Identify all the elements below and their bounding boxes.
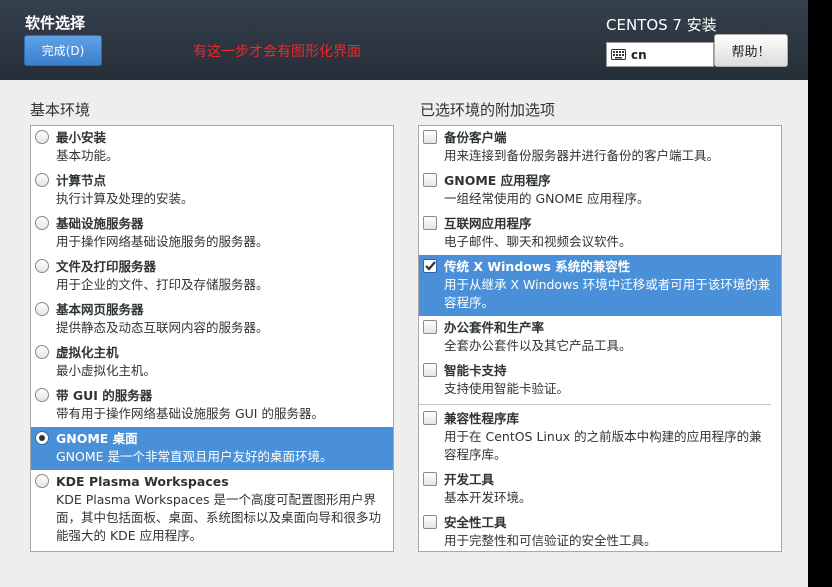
environment-option[interactable]: 开发及生成工作站用于软件、硬件、图形或者内容开发的工作站。 [31, 549, 393, 552]
environment-option-title: 虚拟化主机 [56, 345, 119, 360]
environment-option[interactable]: 带 GUI 的服务器带有用于操作网络基础设施服务 GUI 的服务器。 [31, 384, 393, 427]
environment-option-title: 带 GUI 的服务器 [56, 388, 153, 403]
environment-option-description: 用于操作网络基础设施服务的服务器。 [56, 234, 269, 249]
addon-option-title: 兼容性程序库 [444, 411, 520, 426]
environment-option-title: GNOME 桌面 [56, 431, 138, 446]
addon-option-title: 开发工具 [444, 472, 495, 487]
base-environment-heading: 基本环境 [30, 101, 91, 119]
radio-button[interactable] [35, 345, 49, 359]
environment-option-title: 最小安装 [56, 130, 107, 145]
keyboard-layout-indicator[interactable]: cn [606, 42, 714, 67]
environment-option[interactable]: GNOME 桌面 GNOME 是一个非常直观且用户友好的桌面环境。 [31, 427, 393, 470]
environment-option-description: 最小虚拟化主机。 [56, 363, 157, 378]
environment-option-title: 基本网页服务器 [56, 302, 144, 317]
addon-option-title: 智能卡支持 [444, 363, 507, 378]
addon-option[interactable]: 安全性工具用于完整性和可信验证的安全性工具。 [419, 511, 781, 551]
addon-option[interactable]: 开发工具基本开发环境。 [419, 468, 781, 511]
header-bar: 软件选择 完成(D) 有这一步才会有图形化界面 CENTOS 7 安装 cn 帮… [0, 0, 808, 80]
environment-option-description: 用于企业的文件、打印及存储服务器。 [56, 277, 269, 292]
environment-option[interactable]: 最小安装 基本功能。 [31, 126, 393, 169]
environment-option-description: GNOME 是一个非常直观且用户友好的桌面环境。 [56, 449, 333, 464]
addon-option[interactable]: GNOME 应用程序一组经常使用的 GNOME 应用程序。 [419, 169, 781, 212]
addon-option[interactable]: 互联网应用程序电子邮件、聊天和视频会议软件。 [419, 212, 781, 255]
environment-option-description: KDE Plasma Workspaces 是一个高度可配置图形用户界面，其中包… [56, 492, 382, 543]
addons-heading: 已选环境的附加选项 [420, 101, 556, 119]
checkbox[interactable] [423, 320, 437, 334]
page-title: 软件选择 [25, 14, 86, 32]
addon-option[interactable]: 办公套件和生产率全套办公套件以及其它产品工具。 [419, 316, 781, 359]
checkbox[interactable] [423, 411, 437, 425]
checkmark-icon [424, 261, 436, 271]
installer-window: 软件选择 完成(D) 有这一步才会有图形化界面 CENTOS 7 安装 cn 帮… [0, 0, 808, 587]
addon-option-description: 一组经常使用的 GNOME 应用程序。 [444, 191, 650, 206]
checkbox[interactable] [423, 363, 437, 377]
addon-option-title: GNOME 应用程序 [444, 173, 551, 188]
environment-option-title: 文件及打印服务器 [56, 259, 157, 274]
addon-option-description: 全套办公套件以及其它产品工具。 [444, 338, 632, 353]
keyboard-icon [611, 49, 626, 60]
environment-option-title: KDE Plasma Workspaces [56, 474, 229, 489]
environment-option-description: 执行计算及处理的安装。 [56, 191, 194, 206]
addon-option[interactable]: 备份客户端用来连接到备份服务器并进行备份的客户端工具。 [419, 126, 781, 169]
environment-option[interactable]: 基础设施服务器用于操作网络基础设施服务的服务器。 [31, 212, 393, 255]
environment-option-title: 基础设施服务器 [56, 216, 144, 231]
radio-button[interactable] [35, 216, 49, 230]
checkbox[interactable] [423, 130, 437, 144]
addon-option-description: 支持使用智能卡验证。 [444, 381, 570, 396]
addon-option-title: 安全性工具 [444, 515, 507, 530]
radio-button[interactable] [35, 474, 49, 488]
environment-option-description: 基本功能。 [56, 148, 119, 163]
addon-option-description: 用于在 CentOS Linux 的之前版本中构建的应用程序的兼容程序库。 [444, 429, 762, 462]
product-title: CENTOS 7 安装 [606, 16, 717, 34]
help-button[interactable]: 帮助！ [714, 34, 788, 67]
addon-option[interactable]: 智能卡支持支持使用智能卡验证。 [419, 359, 781, 402]
radio-button[interactable] [35, 130, 49, 144]
addon-option-description: 用来连接到备份服务器并进行备份的客户端工具。 [444, 148, 720, 163]
addon-option-title: 传统 X Windows 系统的兼容性 [444, 259, 631, 274]
environment-option[interactable]: 计算节点执行计算及处理的安装。 [31, 169, 393, 212]
radio-button[interactable] [35, 431, 49, 445]
environment-option[interactable]: 基本网页服务器提供静态及动态互联网内容的服务器。 [31, 298, 393, 341]
radio-button[interactable] [35, 388, 49, 402]
addon-option-description: 基本开发环境。 [444, 490, 532, 505]
environment-option[interactable]: 虚拟化主机最小虚拟化主机。 [31, 341, 393, 384]
addon-option[interactable]: 兼容性程序库用于在 CentOS Linux 的之前版本中构建的应用程序的兼容程… [419, 407, 781, 468]
environment-option-description: 带有用于操作网络基础设施服务 GUI 的服务器。 [56, 406, 324, 421]
addons-list[interactable]: 备份客户端 用来连接到备份服务器并进行备份的客户端工具。 GNOME 应用程序 一组经… [418, 125, 782, 552]
checkbox[interactable] [423, 472, 437, 486]
addon-option-description: 电子邮件、聊天和视频会议软件。 [444, 234, 632, 249]
checkbox[interactable] [423, 515, 437, 529]
checkbox[interactable] [423, 216, 437, 230]
radio-button[interactable] [35, 302, 49, 316]
addon-option-description: 用于完整性和可信验证的安全性工具。 [444, 533, 657, 548]
base-environment-list[interactable]: 最小安装基本功能。计算节点执行计算及处理的安装。 基础设施服务器用于操作网络基础设… [30, 125, 394, 552]
environment-option[interactable]: KDE Plasma Workspaces KDE Plasma Workspac… [31, 470, 393, 549]
radio-button[interactable] [35, 259, 49, 273]
addon-option-description: 用于从继承 X Windows 环境中迁移或者可用于该环境的兼容程序。 [444, 277, 771, 310]
keyboard-layout-label: cn [631, 47, 647, 62]
environment-option-description: 提供静态及动态互联网内容的服务器。 [56, 320, 269, 335]
annotation-text: 有这一步才会有图形化界面 [193, 44, 361, 60]
addon-option-title: 办公套件和生产率 [444, 320, 545, 335]
environment-option-title: 开发及生成工作站 [56, 551, 383, 552]
environment-option-title: 计算节点 [56, 173, 107, 188]
radio-button[interactable] [35, 173, 49, 187]
environment-option[interactable]: 文件及打印服务器用于企业的文件、打印及存储服务器。 [31, 255, 393, 298]
addon-option-title: 备份客户端 [444, 130, 507, 145]
addon-option-title: 互联网应用程序 [444, 216, 532, 231]
addon-option[interactable]: 传统 X Windows 系统的兼容性用于从继承 X Windows 环境中迁移… [419, 255, 781, 316]
list-separator [419, 404, 771, 405]
checkbox[interactable] [423, 173, 437, 187]
done-button[interactable]: 完成(D) [24, 35, 102, 66]
checkbox[interactable] [423, 259, 437, 273]
